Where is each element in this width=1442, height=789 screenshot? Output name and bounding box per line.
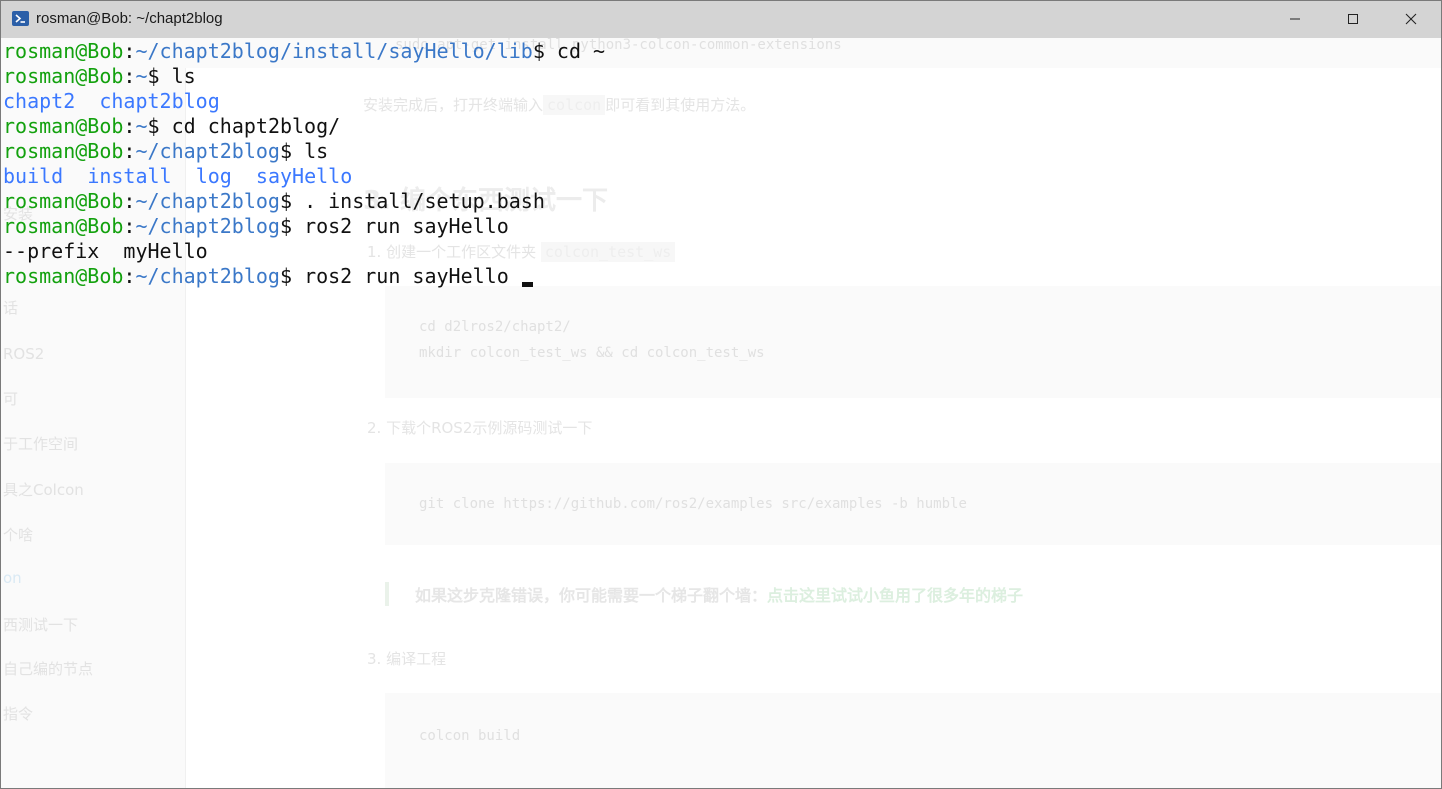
prompt-separator: : [123,189,136,213]
prompt-user: rosman@Bob [3,264,124,288]
minimize-icon [1290,18,1300,20]
terminal-line: chapt2 chapt2blog [3,89,220,114]
prompt-user: rosman@Bob [3,39,124,63]
listing-gap [75,89,99,113]
prompt-path: ~ [135,64,148,88]
prompt-user: rosman@Bob [3,114,124,138]
terminal-line: rosman@Bob:~/chapt2blog$ ros2 run sayHel… [3,264,533,289]
terminal-line: build install log sayHello [3,164,352,189]
directory-entry: build [3,164,64,188]
text-cursor [521,282,533,287]
terminal-output[interactable]: rosman@Bob:~/chapt2blog/install/sayHello… [3,39,1439,787]
maximize-button[interactable] [1324,1,1382,38]
directory-entry: install [87,164,172,188]
terminal-window: 安装话 ROS2 可于工作空间 具之Colcon 个啥 on 西测试一下 自己编的节点 指令 s… [0,0,1442,789]
command-text: ros2 run sayHello [304,214,509,238]
command-text: ros2 run sayHello [304,264,521,288]
prompt-separator: : [123,64,136,88]
prompt-user: rosman@Bob [3,189,124,213]
prompt-separator: : [123,139,136,163]
command-text: ls [304,139,329,163]
prompt-path: ~/chapt2blog [135,264,280,288]
prompt-user: rosman@Bob [3,64,124,88]
command-text: cd chapt2blog/ [171,114,341,138]
command-output: --prefix myHello [3,239,208,263]
prompt-separator: : [123,39,136,63]
close-button[interactable] [1382,1,1440,38]
terminal-line: rosman@Bob:~$ cd chapt2blog/ [3,114,340,139]
close-icon [1405,13,1417,25]
prompt-symbol: $ [147,114,172,138]
prompt-path: ~/chapt2blog [135,214,280,238]
prompt-symbol: $ [279,139,305,163]
prompt-path: ~/chapt2blog [135,189,280,213]
powershell-icon [12,11,29,26]
title-bar[interactable]: rosman@Bob: ~/chapt2blog [1,1,1441,38]
minimize-button[interactable] [1266,1,1324,38]
prompt-symbol: $ [532,39,557,63]
prompt-user: rosman@Bob [3,214,124,238]
prompt-symbol: $ [279,189,305,213]
command-text: . install/setup.bash [304,189,545,213]
maximize-icon [1348,14,1358,24]
prompt-path: ~ [135,114,148,138]
window-title: rosman@Bob: ~/chapt2blog [36,10,223,27]
prompt-symbol: $ [279,214,305,238]
terminal-line: --prefix myHello [3,239,208,264]
directory-entry: sayHello [255,164,353,188]
command-text: ls [171,64,196,88]
prompt-path: ~/chapt2blog/install/sayHello/lib [135,39,533,63]
directory-entry: chapt2 [3,89,76,113]
prompt-symbol: $ [147,64,172,88]
prompt-symbol: $ [279,264,305,288]
prompt-separator: : [123,114,136,138]
directory-entry: log [195,164,232,188]
prompt-separator: : [123,264,136,288]
listing-gap [232,164,256,188]
prompt-path: ~/chapt2blog [135,139,280,163]
prompt-user: rosman@Bob [3,139,124,163]
command-text: cd ~ [556,39,606,63]
terminal-line: rosman@Bob:~/chapt2blog$ . install/setup… [3,189,545,214]
directory-entry: chapt2blog [99,89,220,113]
listing-gap [172,164,196,188]
terminal-line: rosman@Bob:~/chapt2blog$ ros2 run sayHel… [3,214,509,239]
terminal-line: rosman@Bob:~/chapt2blog$ ls [3,139,328,164]
prompt-separator: : [123,214,136,238]
terminal-line: rosman@Bob:~$ ls [3,64,196,89]
terminal-line: rosman@Bob:~/chapt2blog/install/sayHello… [3,39,605,64]
listing-gap [63,164,87,188]
